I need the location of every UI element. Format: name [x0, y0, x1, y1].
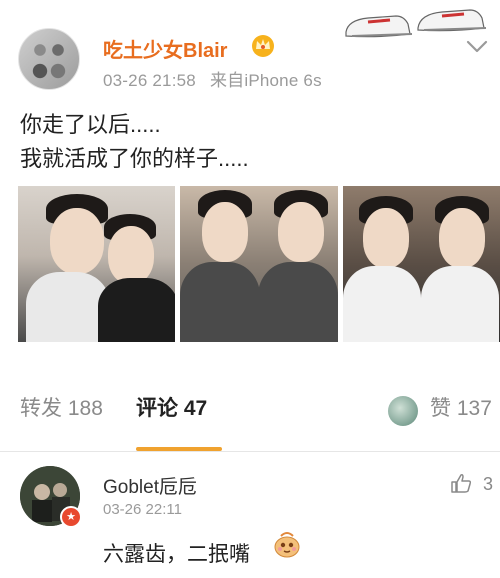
interaction-tabs: 转发 188 评论 47 赞 137 [0, 392, 500, 432]
post-header: 吃土少女Blair 03-26 21:58 来自iPhone 6s [0, 0, 500, 100]
comment-like-count: 3 [483, 474, 494, 494]
post-source: 来自iPhone 6s [209, 71, 322, 90]
comment-text: 六露齿，二抿嘴 [103, 543, 250, 566]
comment-item: ★ Goblet卮卮 03-26 22:11 六露齿，二抿嘴 3 [0, 452, 500, 578]
post-photo-grid [18, 186, 500, 342]
chevron-down-icon[interactable] [466, 40, 488, 54]
thumb-up-icon[interactable] [450, 472, 472, 494]
post-photo[interactable] [180, 186, 338, 342]
post-photo[interactable] [343, 186, 500, 342]
comment-username[interactable]: Goblet卮卮 [103, 472, 197, 499]
post-meta: 03-26 21:58 来自iPhone 6s [103, 66, 336, 91]
post-text-line: 我就活成了你的样子..... [20, 146, 249, 171]
post-author-avatar[interactable] [18, 28, 80, 90]
liker-avatar[interactable] [388, 396, 418, 426]
post-timestamp: 03-26 21:58 [103, 71, 196, 90]
smiling-face-emoji-icon [274, 532, 300, 558]
crown-vip-icon[interactable] [250, 33, 276, 57]
post-body: 你走了以后..... 我就活成了你的样子..... [20, 108, 249, 176]
post-text-line: 你走了以后..... [20, 112, 161, 137]
tab-comment[interactable]: 评论 47 [136, 392, 207, 422]
comment-timestamp: 03-26 22:11 [103, 501, 182, 518]
verified-badge-icon: ★ [60, 506, 82, 528]
tab-repost[interactable]: 转发 188 [20, 392, 103, 422]
tab-like[interactable]: 赞 137 [430, 392, 492, 422]
post-photo[interactable] [18, 186, 175, 342]
post-username[interactable]: 吃土少女Blair [103, 34, 227, 63]
